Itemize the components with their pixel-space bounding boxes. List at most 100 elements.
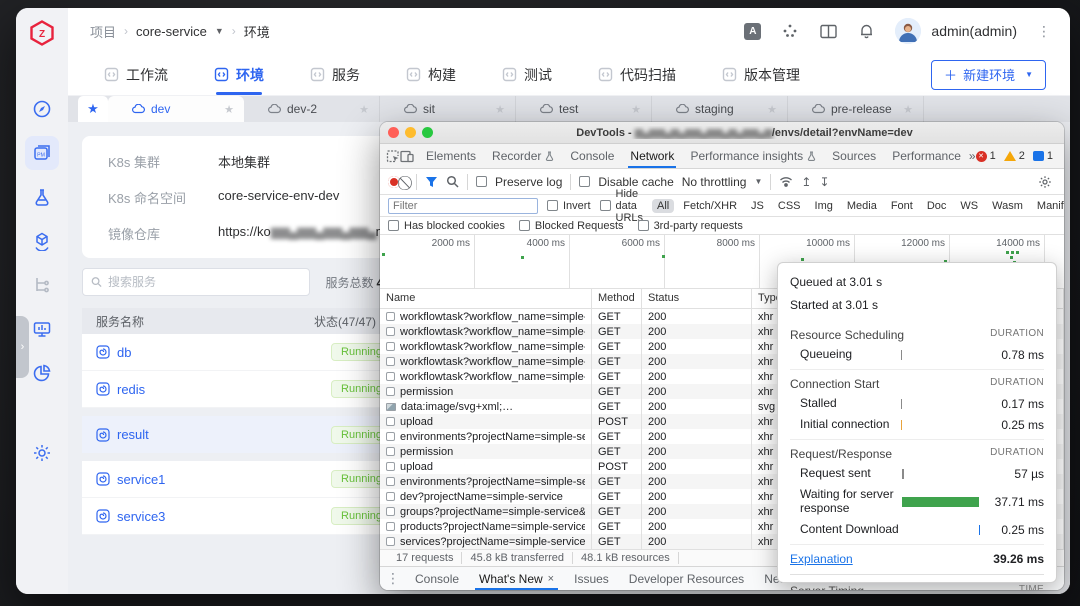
monitor-icon[interactable] xyxy=(25,312,59,346)
resource-type-chip[interactable]: Wasm xyxy=(987,199,1028,213)
environment-tab[interactable]: staging ★ xyxy=(652,96,788,122)
report-pie-icon[interactable] xyxy=(25,356,59,390)
extra-filter-checkbox[interactable] xyxy=(637,220,649,231)
apps-icon[interactable] xyxy=(781,22,799,40)
resource-type-chip[interactable]: Media xyxy=(842,199,882,213)
request-checkbox[interactable] xyxy=(386,417,395,426)
devtools-tab[interactable]: Sources xyxy=(824,144,884,168)
environment-tab[interactable]: test ★ xyxy=(516,96,652,122)
drawer-tab[interactable]: What's New × xyxy=(469,567,564,590)
devtools-tab[interactable]: Console xyxy=(562,144,622,168)
filter-funnel-icon[interactable] xyxy=(425,176,438,188)
preserve-log-checkbox[interactable] xyxy=(476,176,487,187)
drawer-tab[interactable]: Console xyxy=(405,567,469,590)
breadcrumb-project-name[interactable]: core-service xyxy=(136,24,207,39)
drawer-tab[interactable]: Developer Resources xyxy=(619,567,754,590)
minimize-window-button[interactable] xyxy=(405,127,416,138)
service-search-input[interactable] xyxy=(108,275,301,289)
service-name-link[interactable]: db xyxy=(117,345,131,360)
devtools-tab[interactable]: Performance xyxy=(884,144,969,168)
service-row[interactable]: service1 Running xyxy=(82,461,406,498)
user-name[interactable]: admin(admin) xyxy=(931,23,1017,39)
hide-data-urls-checkbox[interactable] xyxy=(599,200,611,211)
issues-badge[interactable]: 1 xyxy=(1032,150,1053,162)
throttling-select[interactable]: No throttling xyxy=(682,175,747,189)
extra-filter[interactable]: Has blocked cookies xyxy=(388,220,505,232)
language-icon[interactable]: A xyxy=(744,22,762,40)
request-checkbox[interactable] xyxy=(386,432,395,441)
devtools-tab[interactable]: Elements xyxy=(418,144,484,168)
nav-tab[interactable]: 构建 xyxy=(400,54,462,95)
nav-tab[interactable]: 版本管理 xyxy=(716,54,806,95)
devtools-titlebar[interactable]: DevTools - ▆▄▆▆▄▆▄▆▆▄▆▆▄▆▄▆▆▄▆/envs/deta… xyxy=(380,122,1064,144)
service-name-link[interactable]: result xyxy=(117,427,149,442)
service-row[interactable]: service3 Running xyxy=(82,498,406,535)
pipeline-tree-icon[interactable] xyxy=(25,268,59,302)
invert-checkbox[interactable] xyxy=(547,200,558,211)
devtools-settings-icon[interactable] xyxy=(1061,146,1064,166)
service-name-link[interactable]: service3 xyxy=(117,509,165,524)
test-flask-icon[interactable] xyxy=(25,180,59,214)
star-icon[interactable]: ★ xyxy=(495,103,505,116)
drawer-tab[interactable]: Issues xyxy=(564,567,619,590)
request-checkbox[interactable] xyxy=(386,537,395,546)
star-icon[interactable]: ★ xyxy=(359,103,369,116)
nav-tab[interactable]: 工作流 xyxy=(98,54,174,95)
request-checkbox[interactable] xyxy=(386,372,395,381)
network-settings-icon[interactable] xyxy=(1034,172,1056,192)
environment-tab[interactable]: dev ★ xyxy=(108,96,244,122)
warning-badge[interactable]: 2 xyxy=(1003,150,1025,162)
request-checkbox[interactable] xyxy=(386,342,395,351)
devtools-tab[interactable]: Recorder xyxy=(484,144,562,168)
resource-type-chip[interactable]: CSS xyxy=(773,199,806,213)
resource-type-chip[interactable]: JS xyxy=(746,199,769,213)
star-icon[interactable]: ★ xyxy=(767,103,777,116)
request-checkbox[interactable] xyxy=(386,447,395,456)
import-har-icon[interactable]: ↥ xyxy=(801,175,811,189)
explanation-link[interactable]: Explanation xyxy=(790,552,853,566)
new-environment-button[interactable]: ＋ 新建环境 ▼ xyxy=(931,59,1046,90)
more-tabs-icon[interactable]: » xyxy=(969,149,976,163)
resource-type-chip[interactable]: Doc xyxy=(922,199,952,213)
sidebar-collapse-handle[interactable]: › xyxy=(16,316,29,378)
service-row[interactable]: redis Running xyxy=(82,371,406,408)
dashboard-icon[interactable] xyxy=(25,92,59,126)
extra-filter-checkbox[interactable] xyxy=(388,220,399,231)
network-conditions-icon[interactable] xyxy=(779,176,793,187)
column-name[interactable]: Name xyxy=(380,289,592,308)
resource-type-chip[interactable]: Manifest xyxy=(1032,199,1064,213)
request-checkbox[interactable] xyxy=(386,522,395,531)
close-window-button[interactable] xyxy=(388,127,399,138)
service-name-link[interactable]: redis xyxy=(117,382,145,397)
environment-tab[interactable]: sit ★ xyxy=(380,96,516,122)
projects-icon[interactable]: PM xyxy=(25,136,59,170)
export-har-icon[interactable]: ↧ xyxy=(819,175,829,189)
resource-type-chip[interactable]: Fetch/XHR xyxy=(678,199,742,213)
request-checkbox[interactable] xyxy=(386,312,395,321)
star-icon[interactable]: ★ xyxy=(224,103,234,116)
network-filter-input[interactable] xyxy=(388,197,538,214)
service-name-link[interactable]: service1 xyxy=(117,472,165,487)
zoom-window-button[interactable] xyxy=(422,127,433,138)
nav-tab[interactable]: 测试 xyxy=(496,54,558,95)
service-row[interactable]: db Running xyxy=(82,334,406,371)
resource-type-chip[interactable]: WS xyxy=(955,199,983,213)
star-icon[interactable]: ★ xyxy=(631,103,641,116)
resource-type-chip[interactable]: Font xyxy=(886,199,918,213)
request-checkbox[interactable] xyxy=(386,387,395,396)
favorite-filter-button[interactable]: ★ xyxy=(78,96,108,122)
resource-type-chip[interactable]: All xyxy=(652,198,675,213)
devtools-tab[interactable]: Network xyxy=(622,144,682,168)
nav-tab[interactable]: 服务 xyxy=(304,54,366,95)
chevron-down-icon[interactable]: ▼ xyxy=(1025,70,1033,79)
drawer-more-icon[interactable]: ⋮ xyxy=(386,570,401,587)
extra-filter-checkbox[interactable] xyxy=(518,220,530,231)
star-icon[interactable]: ★ xyxy=(903,103,913,116)
inspect-element-icon[interactable] xyxy=(386,146,400,166)
app-logo[interactable]: Z xyxy=(29,20,55,46)
resource-type-chip[interactable]: Img xyxy=(810,199,838,213)
devtools-tab[interactable]: Performance insights xyxy=(682,144,824,168)
record-network-log-button[interactable] xyxy=(388,175,400,188)
breadcrumb-project-label[interactable]: 项目 xyxy=(90,22,116,41)
invert-filter[interactable]: Invert xyxy=(547,200,591,212)
